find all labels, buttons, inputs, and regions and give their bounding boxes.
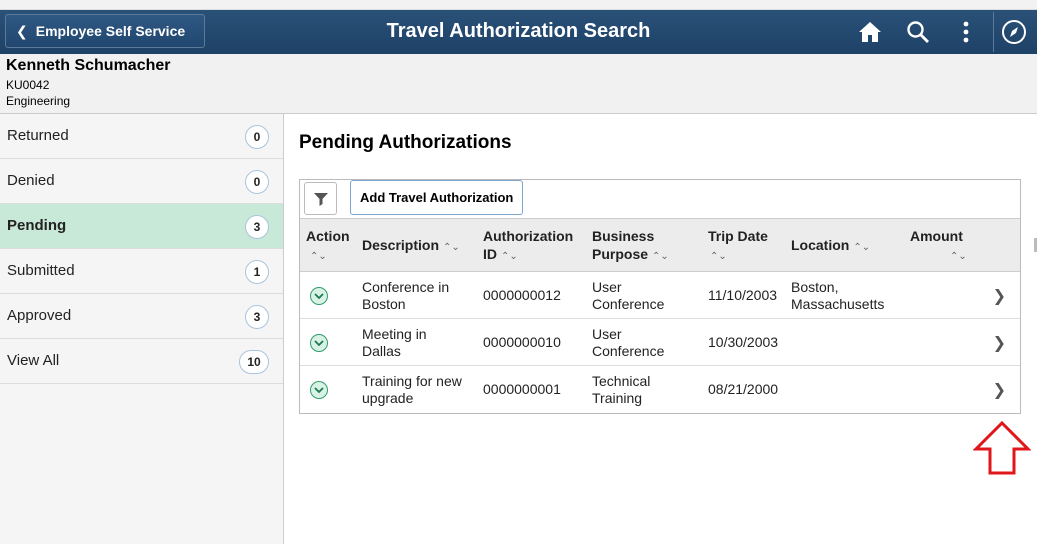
user-info: Kenneth Schumacher KU0042 Engineering bbox=[0, 54, 1037, 114]
column-label: ID bbox=[483, 246, 497, 262]
cell-trip-date: 11/10/2003 bbox=[708, 287, 778, 303]
column-header-location[interactable]: Location ⌃⌄ bbox=[791, 236, 870, 257]
cell-authorization-id: 0000000012 bbox=[483, 287, 561, 303]
page-title: Pending Authorizations bbox=[299, 132, 512, 153]
sidebar-item-label: Approved bbox=[7, 307, 72, 324]
action-chevron-down-icon[interactable] bbox=[310, 381, 328, 399]
sidebar-item-view-all[interactable]: View All 10 bbox=[0, 339, 283, 384]
sort-icon: ⌃⌄ bbox=[710, 251, 727, 262]
sidebar-item-label: Pending bbox=[7, 217, 67, 234]
filter-icon bbox=[313, 192, 328, 206]
annotation-arrow-up-icon bbox=[973, 421, 1031, 475]
count-badge: 0 bbox=[245, 170, 269, 194]
table-row[interactable]: Meeting in Dallas 0000000010 User Conferen… bbox=[300, 319, 1020, 366]
cell-description: Training for new upgrade bbox=[362, 373, 462, 406]
sidebar-item-approved[interactable]: Approved 3 bbox=[0, 294, 283, 339]
sort-icon: ⌃⌄ bbox=[310, 251, 327, 262]
grid-header: Action ⌃⌄ Description ⌃⌄ Authorization ID… bbox=[300, 219, 1020, 272]
column-header-authorization-id[interactable]: Authorization ID ⌃⌄ bbox=[483, 227, 573, 266]
sidebar-item-label: View All bbox=[7, 352, 60, 369]
more-vertical-icon[interactable] bbox=[950, 17, 982, 47]
table-row[interactable]: Training for new upgrade 0000000001 Techn… bbox=[300, 366, 1020, 413]
cell-business-purpose: User Conference bbox=[592, 326, 665, 359]
chevron-left-icon: ❮ bbox=[16, 22, 28, 39]
home-icon[interactable] bbox=[854, 17, 886, 47]
sort-icon: ⌃⌄ bbox=[443, 242, 460, 253]
browser-strip bbox=[0, 0, 1037, 10]
count-badge: 1 bbox=[245, 260, 269, 284]
column-header-action[interactable]: Action ⌃⌄ bbox=[306, 227, 350, 266]
cell-description: Conference in Boston bbox=[362, 279, 450, 312]
sidebar-item-denied[interactable]: Denied 0 bbox=[0, 159, 283, 204]
search-icon[interactable] bbox=[902, 17, 934, 47]
employee-name: Kenneth Schumacher bbox=[6, 57, 171, 74]
grid-toolbar: Add Travel Authorization bbox=[300, 180, 1020, 219]
column-label: Amount bbox=[910, 228, 963, 244]
cell-description: Meeting in Dallas bbox=[362, 326, 427, 359]
column-label: Business bbox=[592, 228, 655, 244]
navbar-compass-icon[interactable] bbox=[993, 12, 1033, 52]
row-chevron-right-icon[interactable]: ❯ bbox=[993, 380, 1006, 400]
count-badge: 0 bbox=[245, 125, 269, 149]
status-sidebar: Returned 0 Denied 0 Pending 3 Submitted … bbox=[0, 114, 284, 544]
action-chevron-down-icon[interactable] bbox=[310, 287, 328, 305]
sidebar-item-label: Submitted bbox=[7, 262, 75, 279]
cell-authorization-id: 0000000001 bbox=[483, 381, 561, 397]
column-header-business-purpose[interactable]: Business Purpose ⌃⌄ bbox=[592, 227, 669, 266]
column-header-description[interactable]: Description ⌃⌄ bbox=[362, 236, 460, 257]
sidebar-item-label: Denied bbox=[7, 172, 55, 189]
action-chevron-down-icon[interactable] bbox=[310, 334, 328, 352]
header-bar: ❮ Employee Self Service Travel Authoriza… bbox=[0, 10, 1037, 54]
cell-authorization-id: 0000000010 bbox=[483, 334, 561, 350]
employee-id: KU0042 bbox=[6, 78, 50, 92]
sidebar-item-label: Returned bbox=[7, 127, 69, 144]
column-label: Description bbox=[362, 237, 440, 253]
column-label: Location bbox=[791, 237, 850, 253]
filter-button[interactable] bbox=[304, 182, 337, 215]
cell-location: Boston, Massachusetts bbox=[791, 279, 885, 312]
column-label: Trip Date bbox=[708, 228, 768, 244]
main-content: Pending Authorizations Add Travel Author… bbox=[285, 114, 1037, 544]
count-badge: 3 bbox=[245, 215, 269, 239]
authorizations-grid: Add Travel Authorization Action ⌃⌄ Descr… bbox=[299, 179, 1021, 414]
column-label: Purpose bbox=[592, 246, 649, 262]
sort-icon: ⌃⌄ bbox=[950, 251, 967, 262]
column-label: Authorization bbox=[483, 228, 574, 244]
cell-business-purpose: Technical Training bbox=[592, 373, 651, 406]
employee-department: Engineering bbox=[6, 94, 71, 108]
add-travel-authorization-button[interactable]: Add Travel Authorization bbox=[350, 180, 524, 215]
sidebar-item-submitted[interactable]: Submitted 1 bbox=[0, 249, 283, 294]
sort-icon: ⌃⌄ bbox=[853, 242, 871, 253]
sidebar-item-returned[interactable]: Returned 0 bbox=[0, 114, 283, 159]
cell-trip-date: 08/21/2000 bbox=[708, 381, 779, 397]
sort-icon: ⌃⌄ bbox=[652, 251, 669, 262]
cell-business-purpose: User Conference bbox=[592, 279, 665, 312]
sort-icon: ⌃⌄ bbox=[501, 251, 518, 262]
column-label: Action bbox=[306, 228, 350, 244]
row-chevron-right-icon[interactable]: ❯ bbox=[993, 286, 1006, 306]
column-header-amount[interactable]: Amount ⌃⌄ bbox=[910, 227, 967, 266]
cell-trip-date: 10/30/2003 bbox=[708, 334, 779, 350]
column-header-trip-date[interactable]: Trip Date ⌃⌄ bbox=[708, 227, 768, 266]
row-chevron-right-icon[interactable]: ❯ bbox=[993, 333, 1006, 353]
table-row[interactable]: Conference in Boston 0000000012 User Confe… bbox=[300, 272, 1020, 319]
count-badge: 3 bbox=[245, 305, 269, 329]
back-button[interactable]: ❮ Employee Self Service bbox=[5, 14, 205, 48]
count-badge: 10 bbox=[239, 350, 269, 374]
sidebar-item-pending[interactable]: Pending 3 bbox=[0, 204, 283, 249]
back-button-label: Employee Self Service bbox=[35, 23, 186, 39]
